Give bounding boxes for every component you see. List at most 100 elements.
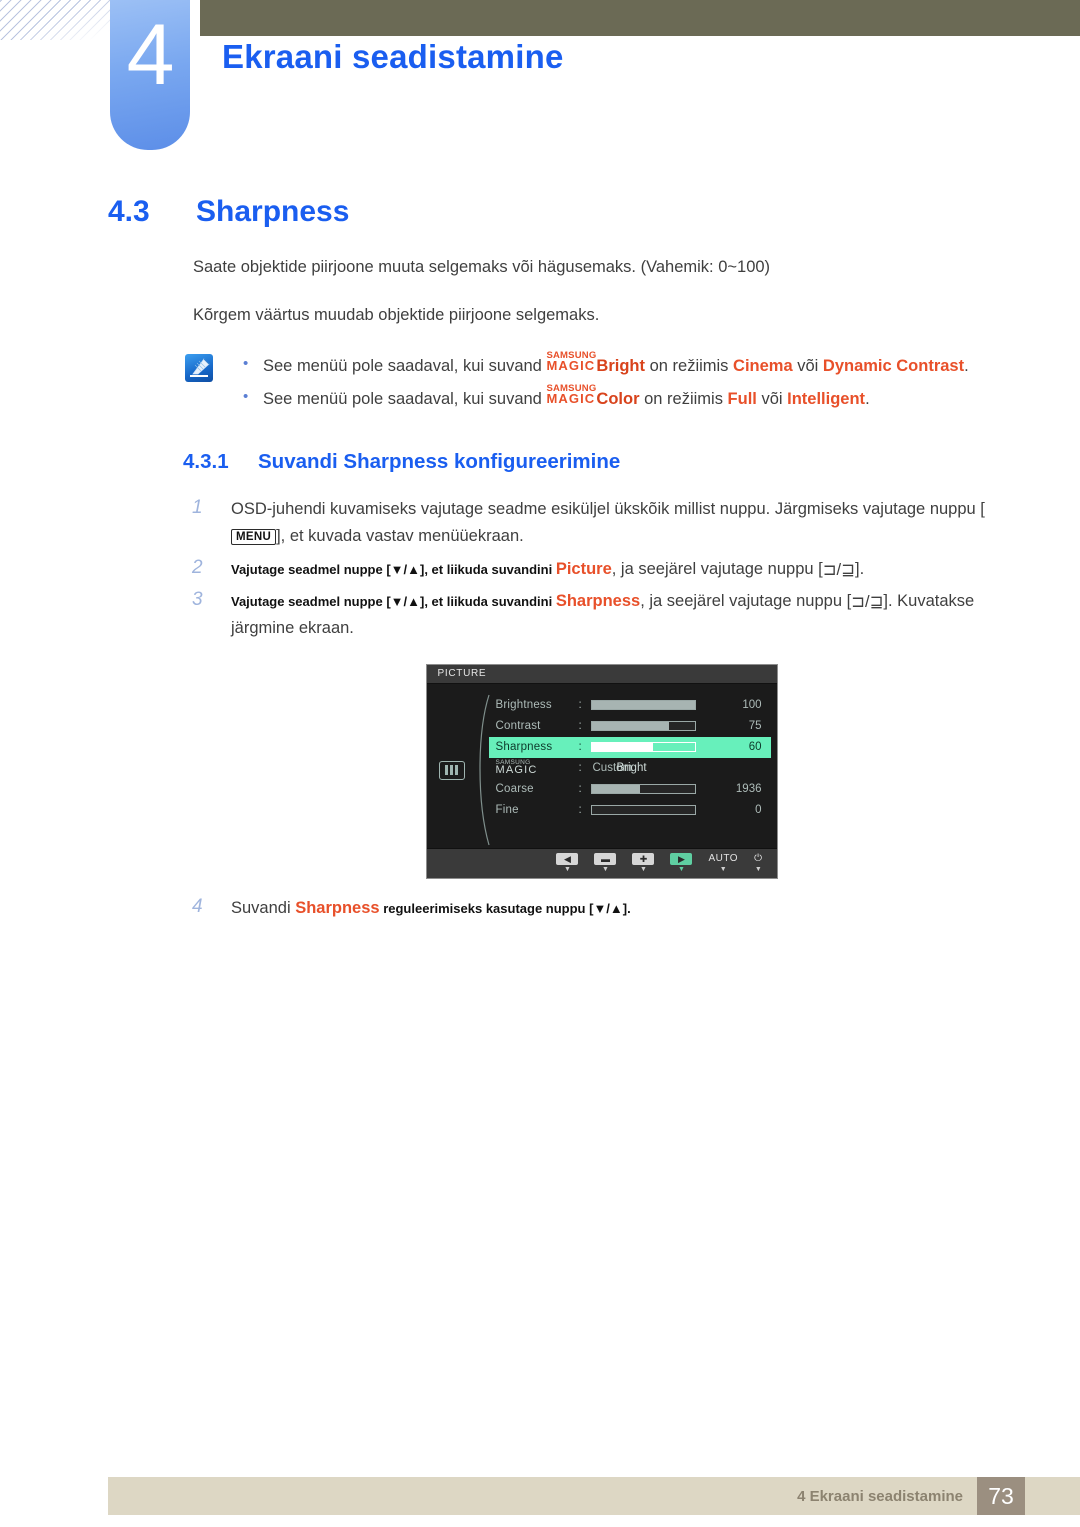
osd-row-value: 60 xyxy=(748,741,762,754)
subsection-title: Suvandi Sharpness konfigureerimine xyxy=(258,450,621,474)
chapter-number: 4 xyxy=(126,7,175,103)
osd-row-brightness[interactable]: Brightness : 100 xyxy=(489,695,771,716)
step-index: 2 xyxy=(192,556,203,578)
right-arrow-icon: ▶ xyxy=(670,853,693,866)
power-button[interactable]: ⏻ ▼ xyxy=(754,853,763,874)
osd-row-slider[interactable] xyxy=(590,784,696,795)
osd-row-fine[interactable]: Fine : 0 xyxy=(489,800,771,821)
step-text-a: Vajutage seadmel nuppe [▼/▲], et liikuda… xyxy=(231,594,556,610)
section-number: 4.3 xyxy=(108,195,150,228)
page-footer: 4 Ekraani seadistamine 73 xyxy=(108,1477,1080,1515)
step-text-b: , ja seejärel vajutage nuppu [ xyxy=(611,559,823,578)
osd-row-colon: : xyxy=(578,741,582,754)
osd-row-value: 0 xyxy=(755,804,762,817)
osd-screenshot-wrapper: PICTURE Brightness : 100 Contrast: 75 S… xyxy=(183,663,1020,879)
page-number: 73 xyxy=(977,1477,1025,1515)
osd-screenshot: PICTURE Brightness : 100 Contrast: 75 S… xyxy=(425,663,778,879)
step-text-a: OSD-juhendi kuvamiseks vajutage seadme e… xyxy=(231,500,985,519)
subsection-number: 4.3.1 xyxy=(183,450,229,474)
header-olive-bar xyxy=(200,0,1080,36)
osd-row-value: 75 xyxy=(748,720,762,733)
right-arrow-button[interactable]: ▶ ▼ xyxy=(670,853,693,874)
steps-list: 1 OSD-juhendi kuvamiseks vajutage seadme… xyxy=(183,496,1020,921)
step-text: Vajutage seadmel nuppe [▼/▲], et liikuda… xyxy=(231,588,1020,641)
osd-row-colon: : xyxy=(578,699,582,712)
osd-footer-toolbar: ◀ ▼ ▬ ▼ ✚ ▼ ▶ ▼ AUTO ▼ ⏻ ▼ xyxy=(426,847,777,878)
note-item: See menüü pole saadaval, kui suvand SAMS… xyxy=(185,349,1020,383)
note-lead: See menüü pole saadaval, kui suvand xyxy=(263,357,547,376)
osd-row-colon: : xyxy=(578,783,582,796)
step-text: Suvandi Sharpness reguleerimiseks kasuta… xyxy=(231,895,1020,922)
osd-row-value: 100 xyxy=(742,699,762,712)
minus-button[interactable]: ▬ ▼ xyxy=(594,853,617,874)
note-tail: . xyxy=(964,357,969,376)
auto-button[interactable]: AUTO ▼ xyxy=(708,853,739,874)
chapter-title: Ekraani seadistamine xyxy=(222,38,564,75)
osd-row-slider[interactable] xyxy=(590,805,696,816)
note-magic-suffix: Color xyxy=(596,390,640,409)
enter-glyph-icon: ⊐/⊒ xyxy=(851,593,884,612)
osd-row-contrast[interactable]: Contrast : 75 xyxy=(489,716,771,737)
osd-row-value: 1936 xyxy=(735,783,762,796)
step-text-b: reguleerimiseks kasutage nuppu [▼/▲]. xyxy=(379,900,631,916)
osd-row-coarse[interactable]: Coarse : 1936 xyxy=(489,779,771,800)
step-keyword: Sharpness xyxy=(555,592,641,611)
step-text-c: ]. xyxy=(854,559,865,578)
note-block: See menüü pole saadaval, kui suvand SAMS… xyxy=(185,349,1020,416)
note-lead: See menüü pole saadaval, kui suvand xyxy=(263,390,547,409)
note-list: See menüü pole saadaval, kui suvand SAMS… xyxy=(185,349,1020,416)
left-arrow-button[interactable]: ◀ ▼ xyxy=(556,853,579,874)
step-1: 1 OSD-juhendi kuvamiseks vajutage seadme… xyxy=(183,496,1020,549)
footer-text: 4 Ekraani seadistamine xyxy=(797,1487,963,1505)
tick-icon: ▼ xyxy=(564,866,571,874)
manual-page: 4 Ekraani seadistamine 4.3 Sharpness Saa… xyxy=(0,0,1080,1527)
osd-row-label: Sharpness xyxy=(495,741,553,754)
osd-row-colon: : xyxy=(578,762,582,775)
subsection-heading: 4.3.1 Suvandi Sharpness konfigureerimine xyxy=(183,450,1080,474)
osd-row-label: SAMSUNG MAGIC xyxy=(489,760,579,776)
note-keyword-1: Cinema xyxy=(733,357,793,376)
tick-icon: ▼ xyxy=(678,866,685,874)
osd-row-label: Contrast xyxy=(495,720,541,733)
note-tail: . xyxy=(865,390,870,409)
osd-row-slider[interactable] xyxy=(590,742,696,753)
note-item: See menüü pole saadaval, kui suvand SAMS… xyxy=(185,382,1020,416)
samsung-magic-logo: SAMSUNG MAGIC xyxy=(546,382,597,407)
section-title: Sharpness xyxy=(196,195,350,228)
plus-button[interactable]: ✚ ▼ xyxy=(632,853,655,873)
note-keyword-2: Intelligent xyxy=(787,390,866,409)
osd-row-sharpness[interactable]: Sharpness : 60 xyxy=(488,736,771,758)
tick-icon: ▼ xyxy=(602,866,609,874)
note-sep: või xyxy=(756,390,788,409)
tick-icon: ▼ xyxy=(754,866,762,874)
note-magic-suffix: Bright xyxy=(596,357,645,376)
step-2: 2 Vajutage seadmel nuppe [▼/▲], et liiku… xyxy=(183,556,1020,583)
osd-row-label: Brightness xyxy=(495,699,552,712)
power-icon: ⏻ xyxy=(754,853,763,865)
samsung-magic-logo: SAMSUNG MAGIC xyxy=(495,759,538,777)
osd-title: PICTURE xyxy=(426,664,777,684)
page-header: 4 Ekraani seadistamine xyxy=(0,0,1080,150)
step-text: Vajutage seadmel nuppe [▼/▲], et liikuda… xyxy=(231,556,1020,583)
left-arrow-icon: ◀ xyxy=(556,853,579,866)
step-index: 3 xyxy=(192,589,203,611)
step-index: 4 xyxy=(192,895,203,917)
step-text-a: Suvandi xyxy=(231,898,296,917)
osd-row-slider[interactable] xyxy=(590,700,696,711)
auto-label: AUTO xyxy=(708,853,739,865)
step-text: OSD-juhendi kuvamiseks vajutage seadme e… xyxy=(231,496,1020,549)
step-keyword: Picture xyxy=(555,559,612,578)
osd-row-label: Fine xyxy=(495,804,519,817)
note-keyword-2: Dynamic Contrast xyxy=(822,357,965,376)
section-paragraph-2: Kõrgem väärtus muudab objektide piirjoon… xyxy=(193,305,600,324)
osd-row-magic-bright[interactable]: SAMSUNG MAGIC Bright : Custom xyxy=(489,758,771,779)
osd-magic-suffix: Bright xyxy=(616,762,647,775)
samsung-magic-logo: SAMSUNG MAGIC xyxy=(546,349,597,374)
tick-icon: ▼ xyxy=(719,866,727,874)
page-content: 4.3 Sharpness Saate objektide piirjoone … xyxy=(0,195,1080,927)
osd-row-slider[interactable] xyxy=(590,721,696,732)
step-text-a: Vajutage seadmel nuppe [▼/▲], et liikuda… xyxy=(231,561,556,577)
note-keyword-1: Full xyxy=(727,390,757,409)
section-paragraph-1: Saate objektide piirjoone muuta selgemak… xyxy=(193,258,771,276)
minus-icon: ▬ xyxy=(594,853,617,866)
